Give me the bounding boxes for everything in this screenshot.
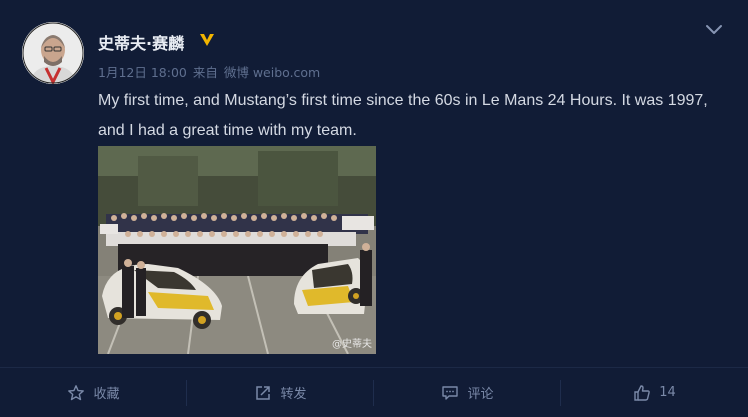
chevron-down-icon[interactable] <box>704 22 724 38</box>
image-watermark: @史蒂夫 <box>332 339 372 350</box>
comment-button[interactable]: 评论 <box>374 368 561 417</box>
like-count: 14 <box>659 385 676 400</box>
post-meta: 1月12日 18:00 来自 微博 weibo.com <box>98 62 322 81</box>
weibo-post-card: 史蒂夫·赛麟 1月12日 18:00 来自 微博 weibo.com My fi… <box>0 0 748 417</box>
favorite-label: 收藏 <box>93 387 120 402</box>
author-name[interactable]: 史蒂夫·赛麟 <box>98 30 184 54</box>
comment-label: 评论 <box>467 387 494 402</box>
comment-icon <box>442 385 459 400</box>
source-prefix: 来自 <box>192 65 218 80</box>
post-text: My first time, and Mustang’s first time … <box>98 92 708 139</box>
photo-team-mustangs <box>98 146 376 354</box>
post-source[interactable]: 微博 weibo.com <box>224 65 320 80</box>
repost-label: 转发 <box>280 387 307 402</box>
post-photo[interactable]: @史蒂夫 <box>98 146 376 354</box>
favorite-button[interactable]: 收藏 <box>0 368 187 417</box>
thumbs-up-icon <box>634 384 651 401</box>
action-bar: 收藏 转发 评论 14 <box>0 368 748 417</box>
post-date[interactable]: 1月12日 18:00 <box>98 65 187 80</box>
repost-icon <box>256 385 271 400</box>
repost-button[interactable]: 转发 <box>187 368 374 417</box>
verified-badge-icon <box>200 34 214 46</box>
star-icon <box>68 384 85 400</box>
like-button[interactable]: 14 <box>561 368 748 417</box>
avatar[interactable] <box>22 22 84 84</box>
